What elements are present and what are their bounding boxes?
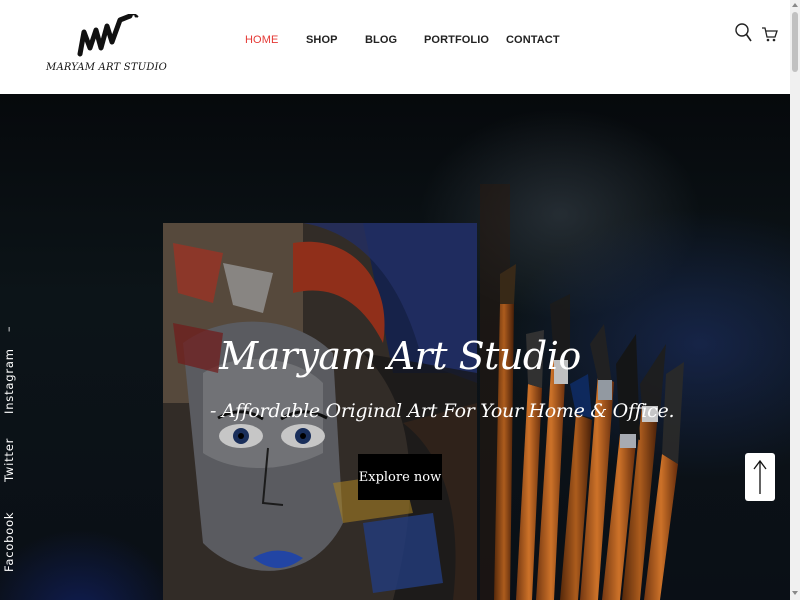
- brand-logo[interactable]: MARYAM ART STUDIO: [46, 12, 168, 78]
- social-dash: –: [2, 326, 15, 333]
- nav-home[interactable]: HOME: [245, 34, 278, 46]
- social-twitter-link[interactable]: Twitter: [2, 438, 16, 482]
- scroll-up-arrow-icon[interactable]: [790, 0, 800, 10]
- scroll-down-arrow-icon[interactable]: [790, 588, 800, 598]
- brushes-image: [480, 184, 684, 600]
- hero-section: – Instagram Twitter Facobook Maryam Art …: [0, 94, 790, 600]
- nav-blog[interactable]: BLOG: [365, 34, 397, 46]
- logo-brush-mark: [77, 12, 139, 57]
- cart-icon[interactable]: [760, 22, 780, 44]
- nav-shop[interactable]: SHOP: [306, 34, 338, 46]
- hero-title: Maryam Art Studio: [219, 334, 581, 378]
- hero-subtitle: - Affordable Original Art For Your Home …: [210, 400, 675, 422]
- site-header: MARYAM ART STUDIO HOME SHOP BLOG PORTFOL…: [0, 0, 790, 94]
- explore-now-button[interactable]: Explore now: [358, 454, 442, 500]
- nav-contact[interactable]: CONTACT: [506, 34, 560, 46]
- social-facebook-link[interactable]: Facobook: [2, 512, 16, 572]
- search-icon[interactable]: [734, 22, 754, 44]
- arrow-up-icon: [753, 459, 767, 494]
- page-scrollbar[interactable]: [790, 0, 800, 600]
- back-to-top-button[interactable]: [745, 453, 775, 501]
- nav-portfolio[interactable]: PORTFOLIO: [424, 34, 489, 46]
- scrollbar-thumb[interactable]: [792, 12, 798, 72]
- brand-name: MARYAM ART STUDIO: [46, 62, 168, 73]
